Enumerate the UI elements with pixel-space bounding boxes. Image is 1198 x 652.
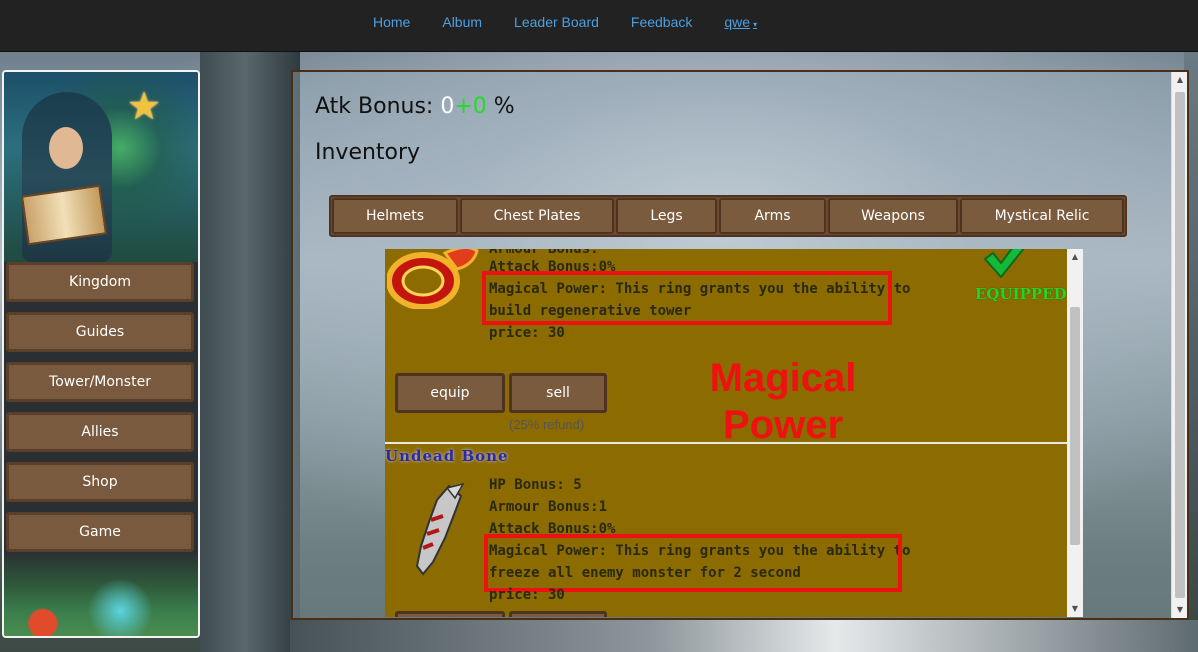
ring-icon bbox=[387, 249, 479, 309]
magical-power-annotation: Magical Power bbox=[685, 355, 881, 449]
category-tabs: Helmets Chest Plates Legs Arms Weapons M… bbox=[329, 195, 1127, 237]
nav-menu: Home Album Leader Board Feedback qwe ▾ bbox=[357, 0, 773, 44]
scrollbar-thumb[interactable] bbox=[1070, 307, 1080, 545]
equipped-label: EQUIPPED bbox=[975, 285, 1067, 303]
scrollbar-thumb[interactable] bbox=[1175, 92, 1185, 598]
magical-power-highlight bbox=[484, 534, 902, 592]
atk-bonus-unit: % bbox=[493, 94, 515, 119]
caret-down-icon: ▾ bbox=[753, 20, 758, 29]
item-price: price: 30 bbox=[489, 325, 565, 341]
inventory-panel: Atk Bonus: 0+0 % Inventory Helmets Chest… bbox=[291, 70, 1189, 620]
sidebar-scene-art bbox=[4, 552, 198, 636]
nav-leaderboard-link[interactable]: Leader Board bbox=[498, 14, 615, 30]
tab-legs[interactable]: Legs bbox=[616, 198, 717, 234]
scroll-up-icon[interactable]: ▲ bbox=[1172, 72, 1187, 88]
atk-bonus-base: 0 bbox=[440, 94, 455, 119]
atk-bonus-plus: +0 bbox=[454, 94, 487, 119]
tab-helmets[interactable]: Helmets bbox=[332, 198, 458, 234]
sidebar-item-tower-monster[interactable]: Tower/Monster bbox=[6, 362, 194, 402]
armour-bonus-partial: Armour Bonus: bbox=[489, 249, 599, 257]
tab-chest-plates[interactable]: Chest Plates bbox=[460, 198, 614, 234]
scroll-down-icon[interactable]: ▼ bbox=[1067, 601, 1083, 617]
sidebar-item-guides[interactable]: Guides bbox=[6, 312, 194, 352]
atk-bonus-label: Atk Bonus: bbox=[315, 94, 434, 119]
nav-home-link[interactable]: Home bbox=[357, 14, 426, 30]
checkmark-icon bbox=[983, 249, 1025, 279]
equip-button-partial[interactable] bbox=[395, 611, 505, 617]
item-list-scrollbar[interactable]: ▲ ▼ bbox=[1067, 249, 1083, 617]
user-name: qwe bbox=[724, 14, 751, 30]
tab-weapons[interactable]: Weapons bbox=[828, 198, 958, 234]
item-divider bbox=[385, 442, 1067, 444]
bone-icon bbox=[415, 482, 465, 576]
background-cliff bbox=[200, 52, 300, 652]
inventory-title: Inventory bbox=[315, 140, 421, 165]
sidebar-item-allies[interactable]: Allies bbox=[6, 412, 194, 452]
hp-bonus: HP Bonus: 5 bbox=[489, 477, 582, 493]
tab-mystical-relic[interactable]: Mystical Relic bbox=[960, 198, 1124, 234]
panel-scrollbar[interactable]: ▲ ▼ bbox=[1171, 72, 1187, 618]
left-sidebar: ★ Kingdom Guides Tower/Monster Allies Sh… bbox=[2, 70, 200, 638]
tab-arms[interactable]: Arms bbox=[719, 198, 826, 234]
scroll-down-icon[interactable]: ▼ bbox=[1172, 602, 1187, 618]
item-price: price: 30 bbox=[489, 587, 565, 603]
star-icon: ★ bbox=[126, 84, 162, 128]
nav-feedback-link[interactable]: Feedback bbox=[615, 14, 708, 30]
sidebar-item-game[interactable]: Game bbox=[6, 512, 194, 552]
nav-album-link[interactable]: Album bbox=[426, 14, 498, 30]
armour-bonus: Armour Bonus:1 bbox=[489, 499, 608, 515]
scroll-up-icon[interactable]: ▲ bbox=[1067, 249, 1083, 265]
sell-button-partial[interactable] bbox=[509, 611, 607, 617]
sidebar-item-kingdom[interactable]: Kingdom bbox=[6, 262, 194, 302]
annotation-line1: Magical bbox=[709, 356, 857, 400]
background-ground bbox=[290, 620, 1198, 652]
player-avatar: ★ bbox=[4, 72, 198, 262]
sidebar-item-shop[interactable]: Shop bbox=[6, 462, 194, 502]
avatar-face bbox=[49, 127, 83, 169]
item-name: Undead Bone bbox=[385, 447, 509, 465]
magical-power-highlight bbox=[482, 271, 892, 325]
user-menu-dropdown[interactable]: qwe ▾ bbox=[708, 14, 773, 30]
sell-button[interactable]: sell bbox=[509, 373, 607, 413]
item-list: Armour Bonus: Attack Bonus:0% Magical Po… bbox=[385, 249, 1083, 617]
top-navbar: Home Album Leader Board Feedback qwe ▾ bbox=[0, 0, 1198, 52]
atk-bonus-line: Atk Bonus: 0+0 % bbox=[315, 94, 515, 119]
refund-note: (25% refund) bbox=[509, 417, 585, 432]
equip-button[interactable]: equip bbox=[395, 373, 505, 413]
